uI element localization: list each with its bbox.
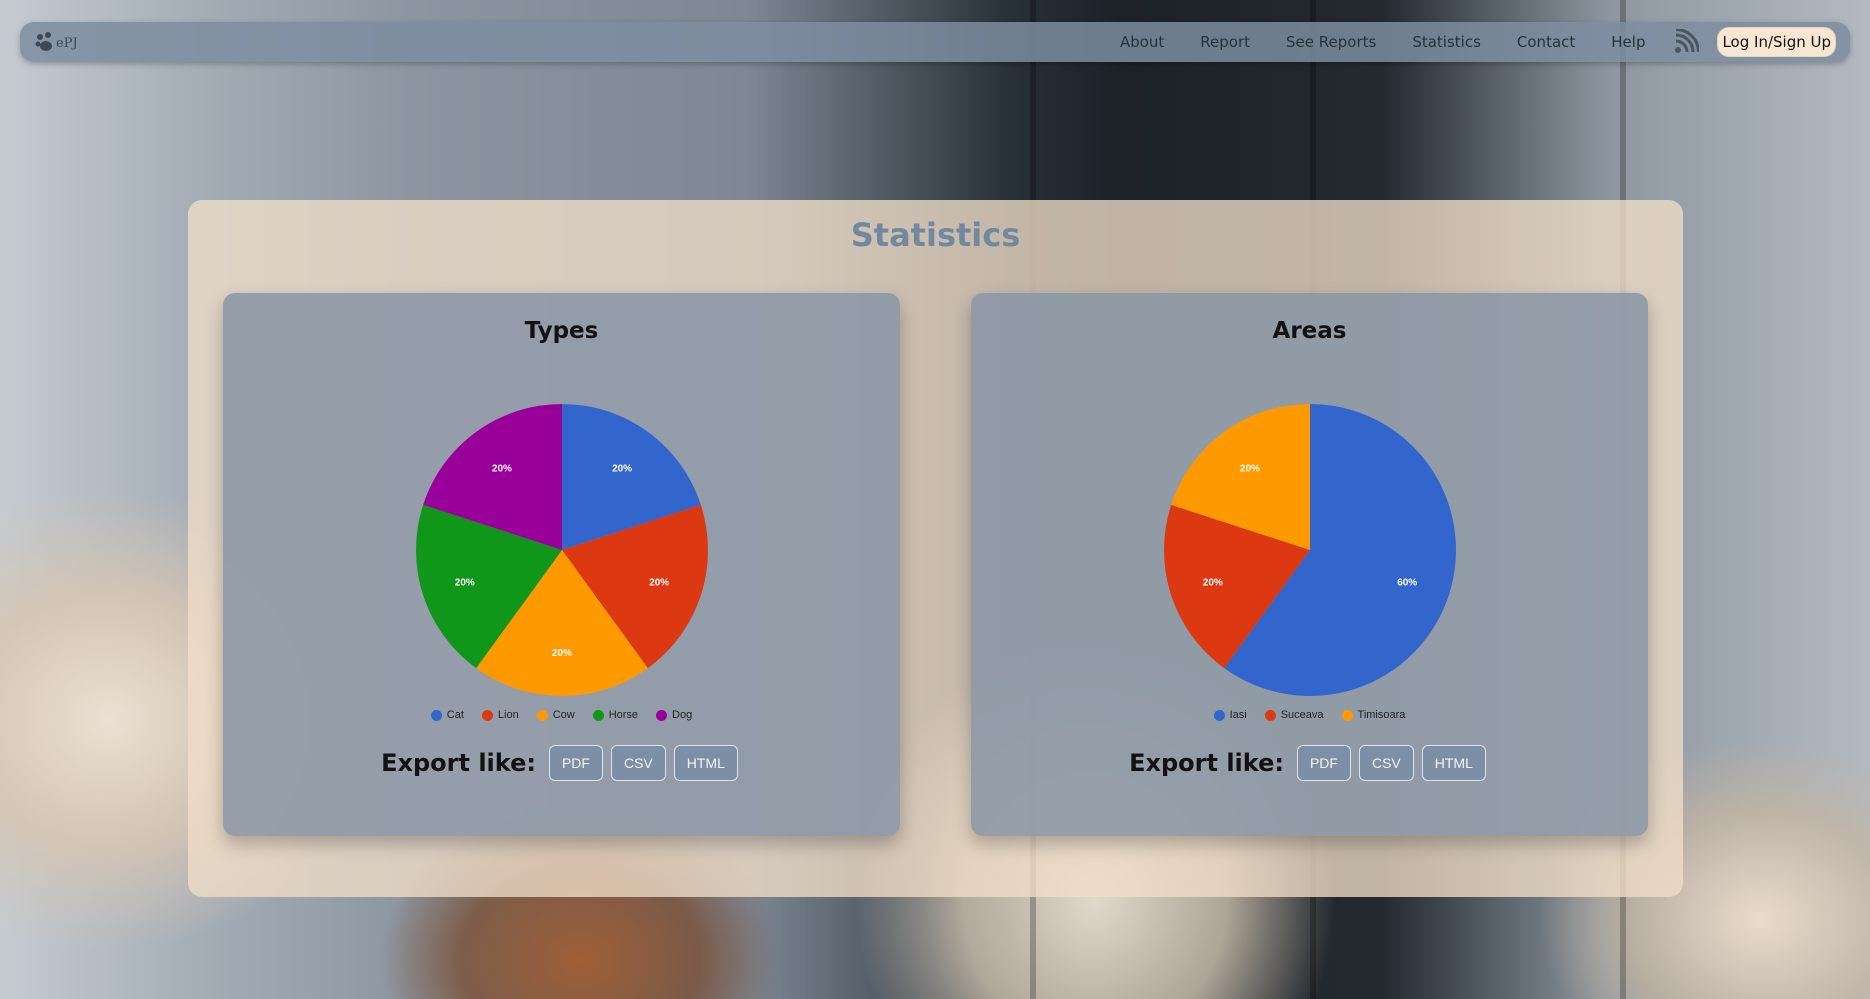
legend-item-lion[interactable]: Lion	[481, 709, 519, 721]
export-label: Export like:	[1129, 749, 1284, 777]
legend-item-cow[interactable]: Cow	[536, 709, 575, 721]
legend-label: Lion	[497, 709, 519, 721]
legend-label: Suceava	[1280, 709, 1324, 721]
pie-data-label: 20%	[455, 578, 475, 589]
statistics-panel: Statistics Types 20% 20% 20% 20% 20% Cat Lion…	[188, 200, 1683, 897]
legend-swatch	[1341, 709, 1353, 721]
areas-chart-card: Areas 60% 20% 20% Iasi Suceava Timisoara Exp…	[971, 293, 1648, 836]
areas-pie-chart: 60% 20% 20%	[1164, 404, 1456, 696]
areas-export-pdf-button[interactable]: PDF	[1296, 745, 1351, 781]
pie-data-label: 20%	[492, 463, 512, 474]
types-chart-card: Types 20% 20% 20% 20% 20% Cat Lion Cow Horse Dog…	[223, 293, 900, 836]
logo-text: ePJ	[56, 35, 78, 51]
nav-link-statistics[interactable]: Statistics	[1412, 33, 1481, 51]
legend-swatch	[481, 709, 493, 721]
types-export-row: Export like: PDF CSV HTML	[223, 745, 900, 781]
legend-swatch	[656, 709, 668, 721]
types-chart-title: Types	[524, 318, 599, 344]
types-export-html-button[interactable]: HTML	[673, 745, 738, 781]
legend-swatch	[1213, 709, 1225, 721]
pie-data-label: 20%	[1203, 578, 1223, 589]
legend-item-cat[interactable]: Cat	[430, 709, 464, 721]
legend-item-iasi[interactable]: Iasi	[1213, 709, 1247, 721]
legend-label: Timisoara	[1357, 709, 1406, 721]
areas-export-html-button[interactable]: HTML	[1421, 745, 1486, 781]
types-pie-chart: 20% 20% 20% 20% 20%	[416, 404, 708, 696]
rss-icon[interactable]	[1673, 29, 1700, 55]
nav-link-report[interactable]: Report	[1200, 33, 1250, 51]
nav-link-contact[interactable]: Contact	[1517, 33, 1575, 51]
areas-export-row: Export like: PDF CSV HTML	[971, 745, 1648, 781]
legend-swatch	[592, 709, 604, 721]
areas-chart-title: Areas	[1272, 318, 1347, 344]
nav-link-help[interactable]: Help	[1611, 33, 1645, 51]
nav-links: About Report See Reports Statistics Cont…	[1102, 22, 1836, 62]
pie-data-label: 20%	[649, 578, 669, 589]
legend-swatch	[430, 709, 442, 721]
legend-item-suceava[interactable]: Suceava	[1264, 709, 1324, 721]
legend-label: Cat	[446, 709, 464, 721]
areas-export-csv-button[interactable]: CSV	[1358, 745, 1414, 781]
navbar: ePJ About Report See Reports Statistics …	[20, 22, 1850, 62]
nav-link-see-reports[interactable]: See Reports	[1286, 33, 1376, 51]
pie-data-label: 20%	[612, 463, 632, 474]
paw-logo-icon	[35, 32, 52, 51]
legend-swatch	[536, 709, 548, 721]
export-label: Export like:	[381, 749, 536, 777]
types-export-pdf-button[interactable]: PDF	[548, 745, 603, 781]
page-title: Statistics	[850, 216, 1021, 254]
legend-item-timisoara[interactable]: Timisoara	[1341, 709, 1406, 721]
types-export-csv-button[interactable]: CSV	[610, 745, 666, 781]
legend-item-dog[interactable]: Dog	[656, 709, 692, 721]
legend-label: Iasi	[1229, 709, 1247, 721]
legend-item-horse[interactable]: Horse	[592, 709, 639, 721]
legend-label: Horse	[608, 709, 639, 721]
areas-chart-legend: Iasi Suceava Timisoara	[971, 709, 1648, 721]
pie-data-label: 60%	[1397, 578, 1417, 589]
pie-data-label: 20%	[552, 648, 572, 659]
site-logo[interactable]: ePJ	[34, 28, 94, 58]
legend-label: Cow	[552, 709, 575, 721]
legend-label: Dog	[672, 709, 693, 721]
types-chart-legend: Cat Lion Cow Horse Dog	[223, 709, 900, 721]
nav-link-about[interactable]: About	[1120, 33, 1164, 51]
pie-data-label: 20%	[1240, 463, 1260, 474]
login-signup-button[interactable]: Log In/Sign Up	[1717, 27, 1836, 57]
legend-swatch	[1264, 709, 1276, 721]
